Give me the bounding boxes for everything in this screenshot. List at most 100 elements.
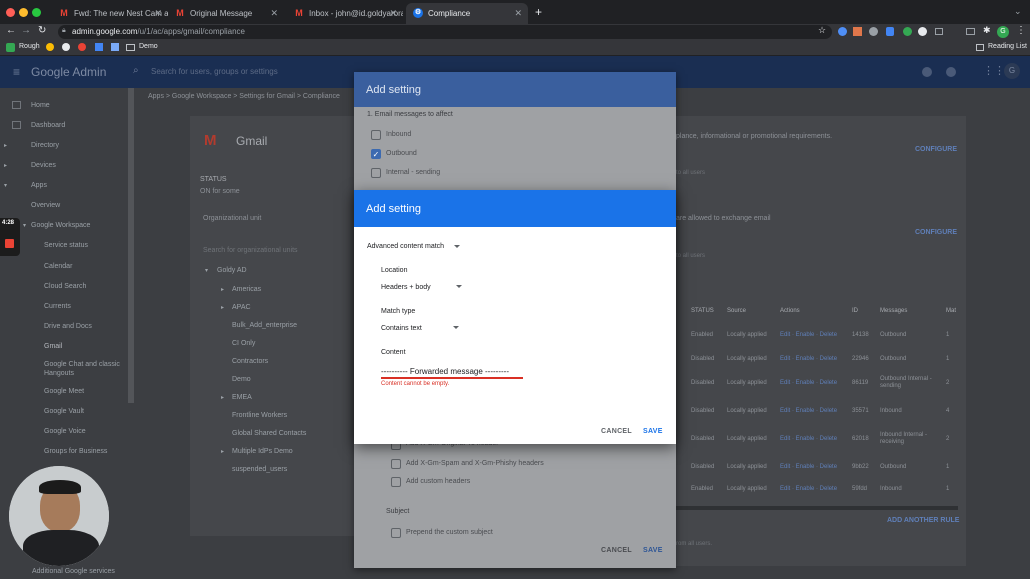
bookmark-icon[interactable] bbox=[111, 43, 119, 51]
help-icon[interactable] bbox=[946, 67, 956, 77]
media-icon[interactable] bbox=[966, 28, 975, 35]
tab-compliance[interactable]: ⚙ Compliance ✕ bbox=[406, 3, 528, 24]
hamburger-menu-icon[interactable]: ≡ bbox=[13, 65, 20, 79]
nav-item-google-workspace[interactable]: Google Workspace bbox=[31, 222, 90, 229]
drive-icon[interactable] bbox=[46, 43, 54, 51]
setting-type-select[interactable]: Advanced content match bbox=[367, 241, 467, 255]
row-actions[interactable]: Edit · Enable · Delete bbox=[780, 332, 837, 338]
apps-grid-icon[interactable]: ⋮⋮ bbox=[983, 64, 1005, 77]
tab-inbox[interactable]: M Inbox - john@id.goldyarora.co ✕ bbox=[287, 3, 403, 24]
prepend-subject-checkbox[interactable] bbox=[391, 528, 401, 538]
stop-recording-button[interactable] bbox=[5, 239, 14, 248]
row-actions[interactable]: Edit · Enable · Delete bbox=[780, 464, 837, 470]
org-search-input[interactable]: Search for organizational units bbox=[203, 247, 298, 254]
expand-arrow-icon[interactable]: ▸ bbox=[221, 286, 224, 293]
ou-ci-only[interactable]: CI Only bbox=[232, 340, 255, 347]
ou-americas[interactable]: Americas bbox=[232, 286, 261, 293]
close-tab-icon[interactable]: ✕ bbox=[389, 8, 397, 19]
expand-arrow-icon[interactable]: ▸ bbox=[4, 162, 7, 169]
ou-apac[interactable]: APAC bbox=[232, 304, 251, 311]
inbound-checkbox[interactable] bbox=[371, 130, 381, 140]
bookmark-icon[interactable] bbox=[95, 43, 103, 51]
nav-item-google-voice[interactable]: Google Voice bbox=[44, 428, 86, 435]
location-select[interactable]: Headers + body bbox=[381, 282, 466, 296]
row-actions[interactable]: Edit · Enable · Delete bbox=[780, 408, 837, 414]
search-icon[interactable]: ⌕ bbox=[133, 65, 139, 76]
bookmark-star-icon[interactable]: ☆ bbox=[818, 25, 826, 36]
ou-frontline[interactable]: Frontline Workers bbox=[232, 412, 287, 419]
configure-button[interactable]: CONFIGURE bbox=[915, 229, 957, 236]
save-button[interactable]: SAVE bbox=[643, 428, 663, 435]
admin-search-input[interactable]: Search for users, groups or settings bbox=[151, 67, 278, 76]
nav-item-drive-and-docs[interactable]: Drive and Docs bbox=[44, 323, 92, 330]
close-tab-icon[interactable]: ✕ bbox=[514, 8, 522, 19]
nav-item-google-chat[interactable]: Google Chat and classic Hangouts bbox=[44, 360, 124, 378]
nav-item-gmail[interactable]: Gmail bbox=[44, 343, 62, 350]
ou-emea[interactable]: EMEA bbox=[232, 394, 252, 401]
row-actions[interactable]: Edit · Enable · Delete bbox=[780, 380, 837, 386]
nav-item-google-meet[interactable]: Google Meet bbox=[44, 388, 84, 395]
expand-arrow-icon[interactable]: ▸ bbox=[221, 394, 224, 401]
ou-goldy-ad[interactable]: Goldy AD bbox=[217, 267, 247, 274]
save-button[interactable]: SAVE bbox=[643, 547, 663, 554]
close-tab-icon[interactable]: ✕ bbox=[154, 8, 162, 19]
reading-list-button[interactable]: Reading List bbox=[988, 43, 1027, 50]
browser-menu-icon[interactable]: ⋮ bbox=[1016, 25, 1026, 36]
nav-item-overview[interactable]: Overview bbox=[31, 202, 60, 209]
content-input[interactable]: ---------- Forwarded message --------- bbox=[381, 365, 523, 379]
nav-item-groups-for-business[interactable]: Groups for Business bbox=[44, 448, 107, 455]
tab-original-message[interactable]: M Original Message ✕ bbox=[168, 3, 284, 24]
address-bar[interactable]: 🔒︎ admin.google.com/u/1/ac/apps/gmail/co… bbox=[58, 25, 832, 39]
nav-item-apps[interactable]: Apps bbox=[31, 182, 47, 189]
extension-icon[interactable] bbox=[853, 27, 862, 36]
expand-arrow-icon[interactable]: ▸ bbox=[221, 304, 224, 311]
extension-icon[interactable] bbox=[869, 27, 878, 36]
cancel-button[interactable]: CANCEL bbox=[601, 547, 632, 554]
collapse-arrow-icon[interactable]: ▾ bbox=[205, 267, 208, 274]
cancel-button[interactable]: CANCEL bbox=[601, 428, 632, 435]
nav-item-currents[interactable]: Currents bbox=[44, 303, 71, 310]
extension-icon[interactable] bbox=[838, 27, 847, 36]
reload-icon[interactable]: ↻ bbox=[38, 25, 46, 36]
add-another-rule-button[interactable]: ADD ANOTHER RULE bbox=[887, 517, 959, 524]
close-tab-icon[interactable]: ✕ bbox=[270, 8, 278, 19]
collapse-arrow-icon[interactable]: ▾ bbox=[23, 222, 26, 229]
table-scrollbar[interactable] bbox=[676, 506, 958, 510]
back-arrow-icon[interactable]: ← bbox=[6, 25, 16, 36]
bookmark-icon[interactable] bbox=[62, 43, 70, 51]
bookmark-rough[interactable]: Rough bbox=[19, 43, 40, 50]
minimize-window-button[interactable] bbox=[19, 8, 28, 17]
expand-arrow-icon[interactable]: ▸ bbox=[4, 142, 7, 149]
expand-arrow-icon[interactable]: ▸ bbox=[221, 448, 224, 455]
extension-icon[interactable] bbox=[886, 27, 894, 36]
close-window-button[interactable] bbox=[6, 8, 15, 17]
row-actions[interactable]: Edit · Enable · Delete bbox=[780, 486, 837, 492]
internal-sending-checkbox[interactable] bbox=[371, 168, 381, 178]
nav-item-devices[interactable]: Devices bbox=[31, 162, 56, 169]
custom-headers-checkbox[interactable] bbox=[391, 477, 401, 487]
cast-icon[interactable] bbox=[935, 28, 943, 35]
new-tab-button[interactable]: + bbox=[535, 5, 542, 19]
timer-icon[interactable] bbox=[922, 67, 932, 77]
outbound-checkbox[interactable]: ✓ bbox=[371, 149, 381, 159]
bookmark-folder-demo[interactable]: Demo bbox=[139, 43, 158, 50]
nav-item-dashboard[interactable]: Dashboard bbox=[31, 122, 65, 129]
sidebar-scrollbar[interactable] bbox=[128, 88, 134, 403]
ou-global-shared[interactable]: Global Shared Contacts bbox=[232, 430, 306, 437]
spam-headers-checkbox[interactable] bbox=[391, 459, 401, 469]
tab-search-icon[interactable]: ⌄ bbox=[1014, 6, 1022, 17]
ou-bulk-add[interactable]: Bulk_Add_enterprise bbox=[232, 322, 297, 329]
forward-arrow-icon[interactable]: → bbox=[21, 25, 31, 36]
match-type-select[interactable]: Contains text bbox=[381, 323, 466, 337]
configure-button[interactable]: CONFIGURE bbox=[915, 146, 957, 153]
tab-fwd-nest-cam[interactable]: M Fwd: The new Nest Cam and N ✕ bbox=[52, 3, 168, 24]
google-icon[interactable] bbox=[78, 43, 86, 51]
nav-item-additional-services[interactable]: Additional Google services bbox=[32, 568, 115, 575]
profile-avatar[interactable]: G bbox=[997, 26, 1009, 38]
ou-contractors[interactable]: Contractors bbox=[232, 358, 268, 365]
extension-icon[interactable] bbox=[918, 27, 927, 36]
account-avatar[interactable]: G bbox=[1004, 63, 1020, 79]
row-actions[interactable]: Edit · Enable · Delete bbox=[780, 356, 837, 362]
nav-item-service-status[interactable]: Service status bbox=[44, 242, 88, 249]
zoom-window-button[interactable] bbox=[32, 8, 41, 17]
